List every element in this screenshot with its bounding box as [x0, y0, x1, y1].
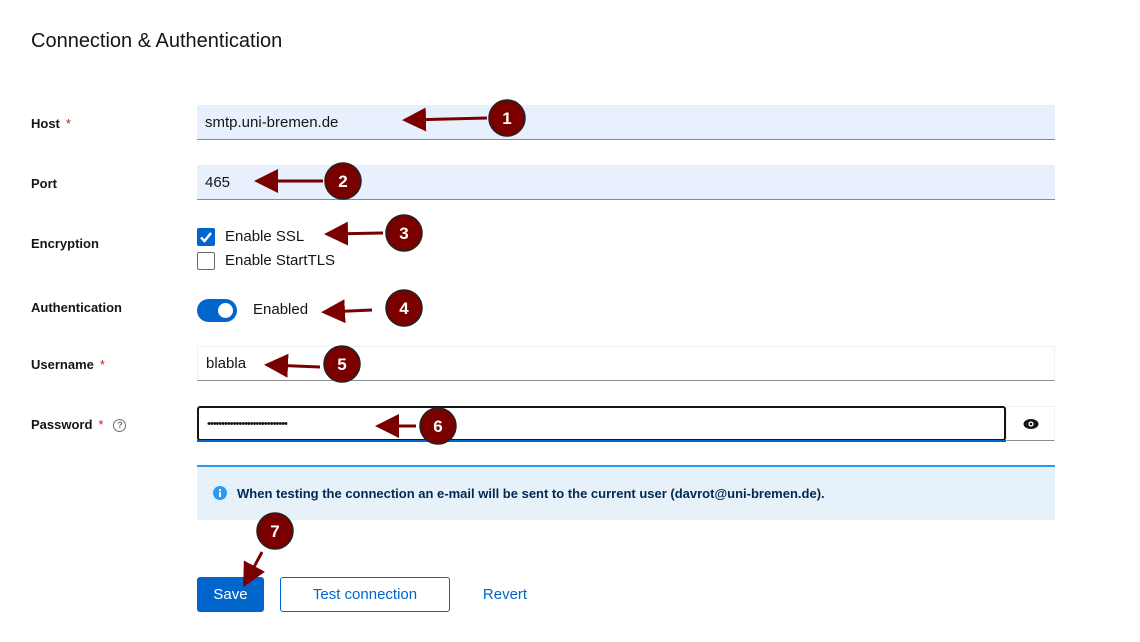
username-label: Username *: [31, 357, 105, 372]
section-title: Connection & Authentication: [31, 30, 283, 52]
host-label-text: Host: [31, 116, 60, 131]
authentication-toggle[interactable]: [197, 299, 237, 322]
annotation-marker: 3: [385, 214, 423, 252]
required-marker: *: [99, 357, 105, 372]
port-input[interactable]: 465: [197, 165, 1055, 200]
enable-ssl-label[interactable]: Enable SSL: [225, 228, 304, 245]
svg-text:4: 4: [399, 299, 409, 318]
host-input[interactable]: smtp.uni-bremen.de: [197, 105, 1055, 140]
password-focus-underline: [197, 440, 1006, 442]
enable-ssl-checkbox[interactable]: [197, 228, 215, 246]
info-alert: When testing the connection an e-mail wi…: [197, 465, 1055, 520]
toggle-knob: [218, 303, 233, 318]
encryption-label: Encryption: [31, 236, 99, 251]
annotation-marker: 4: [385, 289, 423, 327]
alert-text: When testing the connection an e-mail wi…: [237, 486, 825, 501]
password-input[interactable]: ••••••••••••••••••••••••••••: [197, 406, 1006, 441]
authentication-label: Authentication: [31, 300, 122, 315]
username-label-text: Username: [31, 357, 94, 372]
eye-icon: [1023, 418, 1038, 429]
enable-starttls-label[interactable]: Enable StartTLS: [225, 252, 335, 269]
save-button[interactable]: Save: [197, 577, 264, 612]
port-label: Port: [31, 176, 57, 191]
host-label: Host *: [31, 116, 71, 131]
required-marker: *: [98, 417, 104, 432]
enable-starttls-checkbox[interactable]: [197, 252, 215, 270]
svg-text:7: 7: [270, 522, 279, 541]
annotation-arrow: [324, 221, 384, 246]
required-marker: *: [65, 116, 71, 131]
revert-button[interactable]: Revert: [470, 577, 540, 612]
svg-text:3: 3: [399, 224, 408, 243]
annotation-overlay: 1 2 3 4 5 6 7: [243, 99, 526, 588]
info-circle-icon: [213, 486, 227, 500]
help-icon[interactable]: ?: [113, 419, 127, 433]
checkmark-icon: [200, 232, 212, 243]
password-label-text: Password: [31, 417, 93, 432]
test-connection-button[interactable]: Test connection: [280, 577, 450, 612]
show-password-button[interactable]: [1006, 406, 1055, 441]
authentication-toggle-label: Enabled: [253, 301, 309, 318]
password-label: Password *?: [31, 417, 127, 433]
username-input[interactable]: blabla: [197, 346, 1055, 381]
annotation-arrow: [321, 299, 373, 324]
